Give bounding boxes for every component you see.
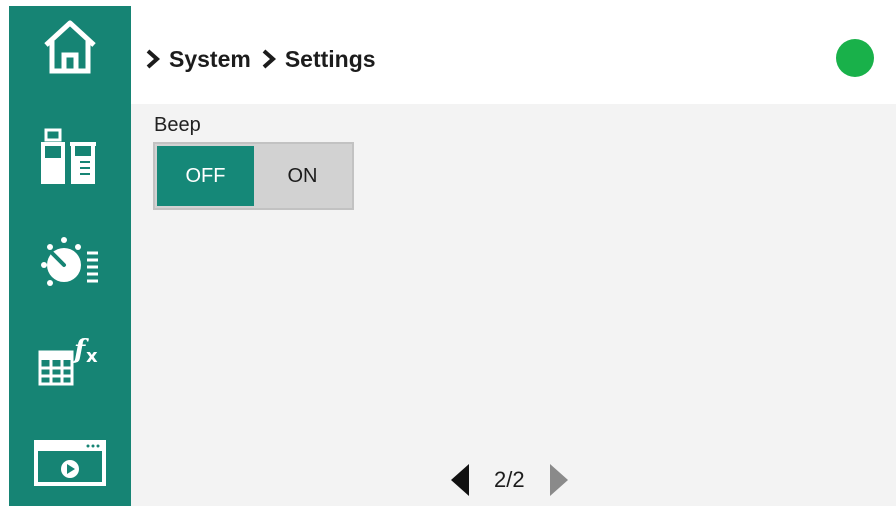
triangle-left-icon (451, 464, 469, 496)
breadcrumb-settings: Settings (284, 45, 376, 72)
beep-on-button[interactable]: ON (254, 146, 351, 206)
chevron-right-icon (262, 49, 276, 69)
header: System Settings (131, 6, 896, 104)
chevron-right-icon (146, 49, 161, 69)
nav-formulas[interactable]: f x (9, 326, 131, 396)
prev-page-button[interactable] (449, 462, 471, 498)
page-indicator: 2/2 (494, 467, 525, 492)
video-player-icon (34, 440, 106, 486)
beep-off-button[interactable]: OFF (157, 146, 254, 206)
table-function-icon: f x (38, 335, 98, 386)
beep-label: Beep (154, 114, 201, 136)
next-page-button[interactable] (548, 462, 570, 498)
beep-toggle: OFF ON (153, 142, 354, 210)
nav-timer[interactable] (9, 228, 131, 298)
home-icon (44, 20, 96, 74)
sidebar: f x (9, 6, 131, 506)
triangle-right-icon (549, 464, 568, 496)
svg-text:x: x (86, 346, 98, 367)
status-indicator (836, 39, 874, 77)
settings-panel: Beep OFF ON 2/2 (131, 104, 896, 506)
nav-home[interactable] (9, 12, 131, 82)
timer-dial-icon (41, 237, 98, 286)
nav-video[interactable] (9, 428, 131, 498)
pagination: 2/2 (449, 460, 570, 500)
breadcrumb-system[interactable]: System (169, 46, 251, 73)
nav-chemicals[interactable] (9, 121, 131, 191)
bottle-beaker-icon (41, 128, 96, 184)
breadcrumb: System Settings (145, 44, 376, 74)
